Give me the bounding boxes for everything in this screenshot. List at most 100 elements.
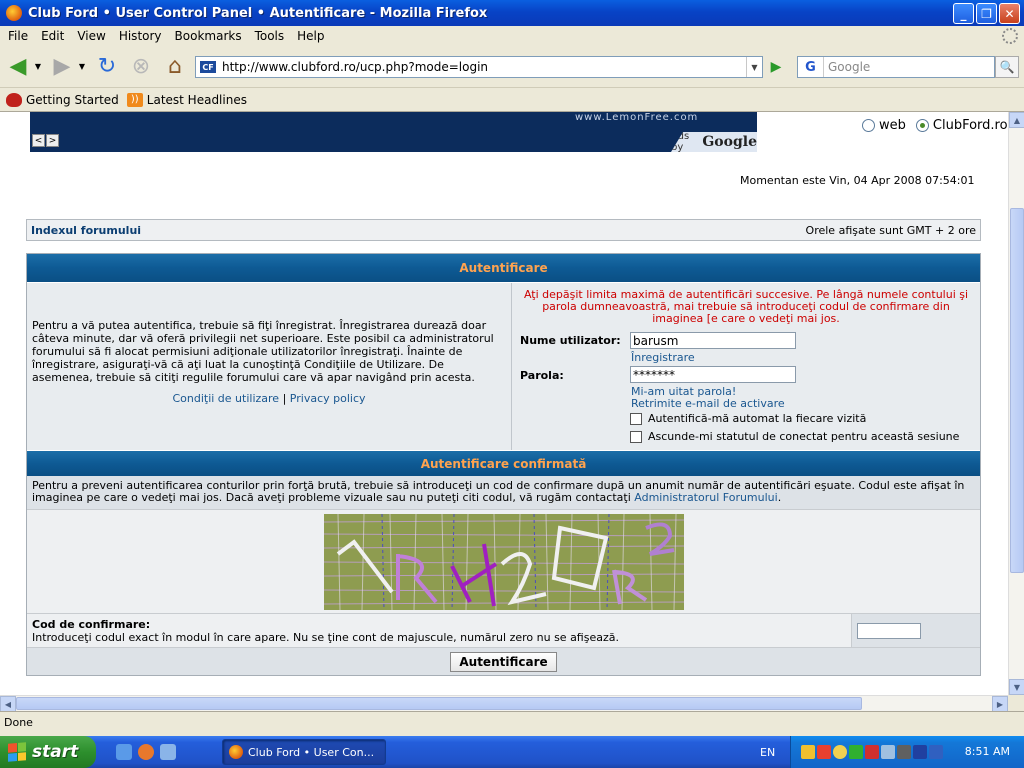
timezone-info: Orele afişate sunt GMT + 2 ore (805, 223, 976, 237)
autologin-row[interactable]: Autentifică-mă automat la fiecare vizită (630, 412, 866, 425)
login-submit-button[interactable]: Autentificare (450, 651, 557, 672)
bookmark-getting-started[interactable]: Getting Started (6, 92, 119, 107)
menu-tools[interactable]: Tools (251, 29, 289, 43)
username-input[interactable]: barusm (630, 332, 796, 349)
home-icon[interactable]: ⌂ (161, 52, 189, 80)
taskbar-clock[interactable]: 8:51 AM (965, 745, 1010, 758)
tray-network-icon[interactable] (801, 745, 815, 759)
url-dropdown-icon[interactable]: ▼ (746, 57, 762, 77)
horizontal-scroll-thumb[interactable] (16, 697, 862, 710)
tray-app-icon[interactable] (849, 745, 863, 759)
vertical-scrollbar[interactable]: ▲ ▼ (1008, 112, 1024, 695)
window-title: Club Ford • User Control Panel • Autenti… (28, 5, 488, 21)
tray-speaker-icon[interactable] (897, 745, 911, 759)
login-panel: Autentificare Pentru a vă putea autentif… (26, 253, 981, 676)
site-favicon-icon: CF (200, 61, 216, 73)
firefox-bookmark-icon (6, 92, 22, 107)
tray-antivirus-icon[interactable] (817, 745, 831, 759)
menu-history[interactable]: History (115, 29, 166, 43)
taskbar-firefox-window[interactable]: Club Ford • User Con... (222, 739, 386, 765)
firefox-quicklaunch-icon[interactable] (138, 744, 154, 760)
menu-bookmarks[interactable]: Bookmarks (171, 29, 246, 43)
minimize-button[interactable]: _ (953, 3, 974, 24)
confirm-code-info: Cod de confirmare: Introduceţi codul exa… (27, 614, 852, 647)
menu-bar: File Edit View History Bookmarks Tools H… (0, 26, 1024, 46)
reload-icon[interactable]: ↻ (93, 52, 121, 80)
status-bar: Done (0, 711, 1024, 733)
radio-web[interactable] (862, 119, 875, 132)
windows-logo-icon (8, 742, 26, 762)
bookmark-latest-headlines[interactable]: )) Latest Headlines (126, 92, 247, 107)
ad-prev-button[interactable]: < (32, 134, 45, 147)
scroll-right-icon[interactable]: ▶ (992, 696, 1008, 712)
menu-view[interactable]: View (73, 29, 109, 43)
radio-clubford[interactable] (915, 119, 929, 132)
resend-activation-link[interactable]: Retrimite e-mail de activare (631, 397, 785, 410)
back-dropdown-icon[interactable]: ▼ (32, 52, 44, 80)
autologin-checkbox[interactable] (630, 412, 642, 425)
hide-status-row[interactable]: Ascunde-mi statutul de conectat pentru a… (630, 430, 959, 443)
hide-status-label[interactable]: Ascunde-mi statutul de conectat pentru a… (648, 430, 959, 443)
go-arrow-icon[interactable]: ▶ (766, 56, 786, 78)
window-controls: _ ❐ ✕ (953, 3, 1020, 24)
tray-messenger-icon[interactable] (833, 745, 847, 759)
menu-help[interactable]: Help (293, 29, 328, 43)
ads-by-google[interactable]: Ads by Google (671, 132, 757, 152)
tray-security-icon[interactable] (929, 745, 943, 759)
rss-icon: )) (126, 92, 143, 107)
ad-url[interactable]: www.LemonFree.com (575, 112, 698, 123)
search-magnifier-icon[interactable]: 🔍 (995, 56, 1019, 78)
back-arrow-icon[interactable]: ◀ (4, 52, 32, 80)
quick-launch (116, 744, 176, 760)
captcha-image (323, 513, 684, 610)
horizontal-scrollbar[interactable]: ◀ ▶ (0, 695, 1008, 712)
ie-quicklaunch-icon[interactable] (116, 744, 132, 760)
url-bar[interactable]: CF http://www.clubford.ro/ucp.php?mode=l… (195, 56, 763, 78)
menu-file[interactable]: File (4, 29, 32, 43)
url-text[interactable]: http://www.clubford.ro/ucp.php?mode=logi… (222, 60, 488, 74)
hide-status-checkbox[interactable] (630, 430, 642, 443)
ad-next-button[interactable]: > (46, 134, 59, 147)
search-placeholder[interactable]: Google (828, 60, 870, 74)
messenger-quicklaunch-icon[interactable] (160, 744, 176, 760)
forum-index-link[interactable]: Indexul forumului (31, 224, 141, 237)
scroll-down-icon[interactable]: ▼ (1009, 679, 1024, 695)
tray-display-icon[interactable] (881, 745, 895, 759)
login-form: Aţi depăşit limita maximă de autentifică… (512, 283, 980, 450)
scroll-up-icon[interactable]: ▲ (1009, 112, 1024, 128)
search-engine-icon[interactable]: G (798, 57, 824, 77)
autologin-label[interactable]: Autentifică-mă automat la fiecare vizită (648, 412, 866, 425)
tray-monitor-icon[interactable] (913, 745, 927, 759)
confirm-code-input[interactable] (857, 622, 921, 639)
restore-button[interactable]: ❐ (976, 3, 997, 24)
system-tray: 8:51 AM (790, 736, 1024, 768)
scroll-left-icon[interactable]: ◀ (0, 696, 16, 712)
terms-link[interactable]: Condiţii de utilizare (172, 392, 279, 405)
language-indicator[interactable]: EN (760, 746, 775, 759)
navigation-toolbar: ◀ ▼ ▶ ▼ ↻ ⊗ ⌂ CF http://www.clubford.ro/… (0, 46, 1024, 88)
throbber-icon (1002, 28, 1018, 44)
window-title-bar[interactable]: Club Ford • User Control Panel • Autenti… (0, 0, 1024, 26)
stop-icon[interactable]: ⊗ (127, 52, 155, 80)
page-viewport: www.LemonFree.com < > Ads by Google web … (0, 112, 1008, 695)
vertical-scroll-thumb[interactable] (1010, 208, 1024, 573)
scroll-corner (1008, 695, 1024, 711)
tray-flag-icon[interactable] (865, 745, 879, 759)
confirm-code-row: Cod de confirmare: Introduceţi codul exa… (27, 613, 980, 647)
status-text: Done (4, 716, 33, 729)
register-link[interactable]: Înregistrare (631, 351, 695, 364)
radio-web-label[interactable]: web (879, 118, 906, 133)
search-bar[interactable]: G Google (797, 56, 995, 78)
forward-dropdown-icon[interactable]: ▼ (76, 52, 88, 80)
radio-clubford-label[interactable]: ClubFord.ro (933, 118, 1008, 133)
password-input[interactable]: ******* (630, 366, 796, 383)
admin-contact-link[interactable]: Administratorul Forumului (634, 491, 777, 504)
start-button[interactable]: start (0, 736, 96, 768)
forward-arrow-icon[interactable]: ▶ (48, 52, 76, 80)
privacy-link[interactable]: Privacy policy (290, 392, 366, 405)
menu-edit[interactable]: Edit (37, 29, 68, 43)
ad-banner[interactable]: www.LemonFree.com < > Ads by Google (30, 112, 757, 152)
login-intro-text: Pentru a vă putea autentifica, trebuie s… (32, 319, 494, 384)
close-button[interactable]: ✕ (999, 3, 1020, 24)
confirm-explanation: Pentru a preveni autentificarea conturil… (27, 476, 980, 509)
